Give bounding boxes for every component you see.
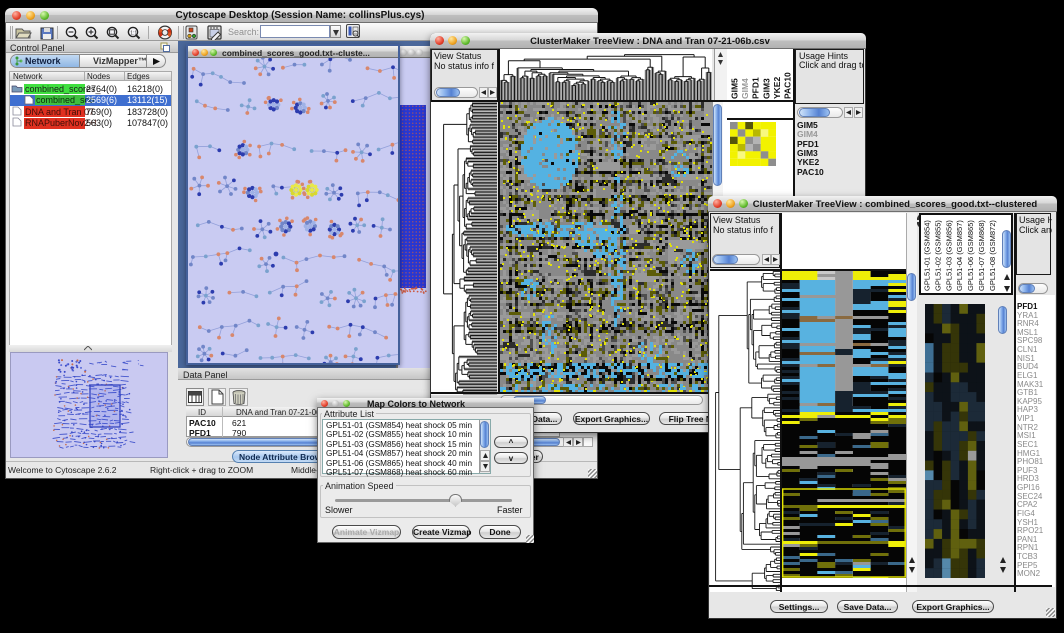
- svg-text:1:1: 1:1: [130, 30, 137, 36]
- svg-text:GIM3: GIM3: [761, 78, 771, 99]
- svg-text:GPL51-06 (GSM865): GPL51-06 (GSM865): [966, 220, 975, 291]
- svg-text:GPL51-08 (GSM872): GPL51-08 (GSM872): [988, 220, 997, 291]
- svg-text:GPL51-02 (GSM855): GPL51-02 (GSM855): [933, 220, 942, 291]
- svg-text:GPL51-04 (GSM857): GPL51-04 (GSM857): [955, 220, 964, 291]
- svg-text:PFD1: PFD1: [751, 77, 761, 99]
- svg-text:GIM5: GIM5: [730, 78, 740, 99]
- svg-text:PAC10: PAC10: [783, 72, 793, 99]
- svg-text:GPL51-01 (GSM854): GPL51-01 (GSM854): [923, 220, 932, 291]
- svg-text:GIM4: GIM4: [740, 78, 750, 99]
- svg-text:YKE2: YKE2: [772, 77, 782, 99]
- svg-text:GPL51-07 (GSM868): GPL51-07 (GSM868): [977, 220, 986, 291]
- svg-text:GPL51-03 (GSM856): GPL51-03 (GSM856): [944, 220, 953, 291]
